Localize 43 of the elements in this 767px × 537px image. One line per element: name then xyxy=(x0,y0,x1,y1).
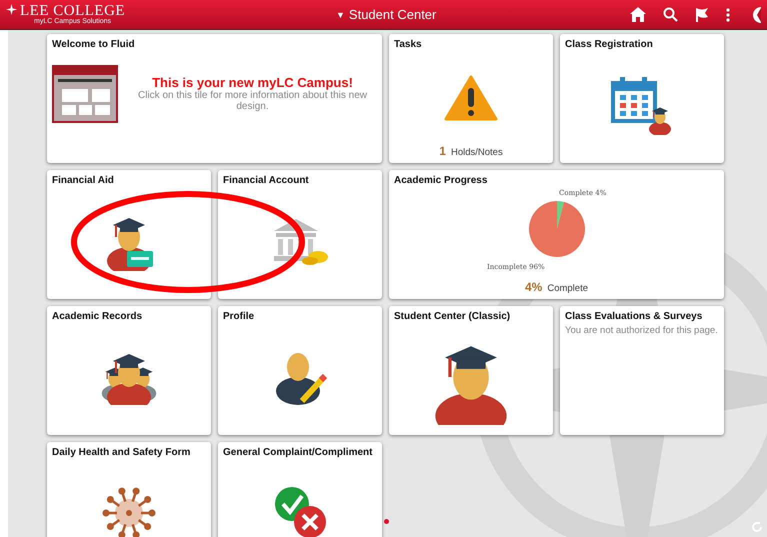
progress-label: Complete xyxy=(547,283,588,294)
app-tile[interactable]: Class Registration xyxy=(560,34,724,163)
tasks-tile[interactable]: Tasks 1 Holds/Notes xyxy=(389,34,553,163)
tile-title: Class Registration xyxy=(565,39,654,51)
warning-icon xyxy=(444,74,498,120)
tile-title: Financial Aid xyxy=(52,175,115,187)
tile-title: Welcome to Fluid xyxy=(52,39,136,51)
app-tile[interactable]: General Complaint/Compliment xyxy=(218,442,382,537)
app-tile[interactable]: Profile xyxy=(218,306,382,435)
tile-title: Class Evaluations & Surveys xyxy=(565,311,704,323)
tile-title: Financial Account xyxy=(223,175,310,187)
welcome-description: Click on this tile for more information about this new design. xyxy=(137,90,368,112)
flag-icon[interactable] xyxy=(695,7,709,22)
holds-count: 1 xyxy=(439,144,446,158)
tile-title: Tasks xyxy=(394,39,423,51)
check-cross-icon xyxy=(272,486,328,537)
welcome-tile[interactable]: Welcome to Fluid This is your new myLC Campus! Click on this tile for more information about this new design. xyxy=(47,34,382,163)
evaluations-tile[interactable]: Class Evaluations & Surveys You are not authorized for this page. xyxy=(560,306,724,435)
app-tile[interactable]: Financial Account xyxy=(218,170,382,299)
app-tile[interactable]: Student Center (Classic) xyxy=(389,306,553,435)
welcome-headline: This is your new myLC Campus! xyxy=(151,75,354,90)
calendar-student-icon xyxy=(610,74,674,134)
logo-title: LEE COLLEGE xyxy=(20,4,126,18)
search-icon[interactable] xyxy=(663,7,678,22)
tile-title: Academic Progress xyxy=(394,175,488,187)
caret-icon[interactable]: ▼ xyxy=(336,10,345,20)
progress-percent: 4% xyxy=(524,280,542,294)
app-tile[interactable]: Academic Records xyxy=(47,306,211,435)
home-icon[interactable] xyxy=(630,7,646,22)
authorization-message: You are not authorized for this page. xyxy=(565,325,719,336)
tile-title: General Complaint/Compliment xyxy=(223,447,374,459)
page-title[interactable]: Student Center xyxy=(348,7,436,22)
menu-icon[interactable] xyxy=(726,8,730,22)
tile-title: Student Center (Classic) xyxy=(394,311,512,323)
tile-title: Academic Records xyxy=(52,311,144,323)
holds-label: Holds/Notes xyxy=(450,147,503,158)
tile-title: Daily Health and Safety Form xyxy=(52,447,192,459)
app-tile[interactable]: Daily Health and Safety Form xyxy=(47,442,211,537)
dot-icon xyxy=(384,519,389,524)
logo-emblem-icon xyxy=(6,4,17,14)
app-tile[interactable]: Financial Aid xyxy=(47,170,211,299)
tile-title: Profile xyxy=(223,311,256,323)
browser-window-icon xyxy=(52,65,118,123)
